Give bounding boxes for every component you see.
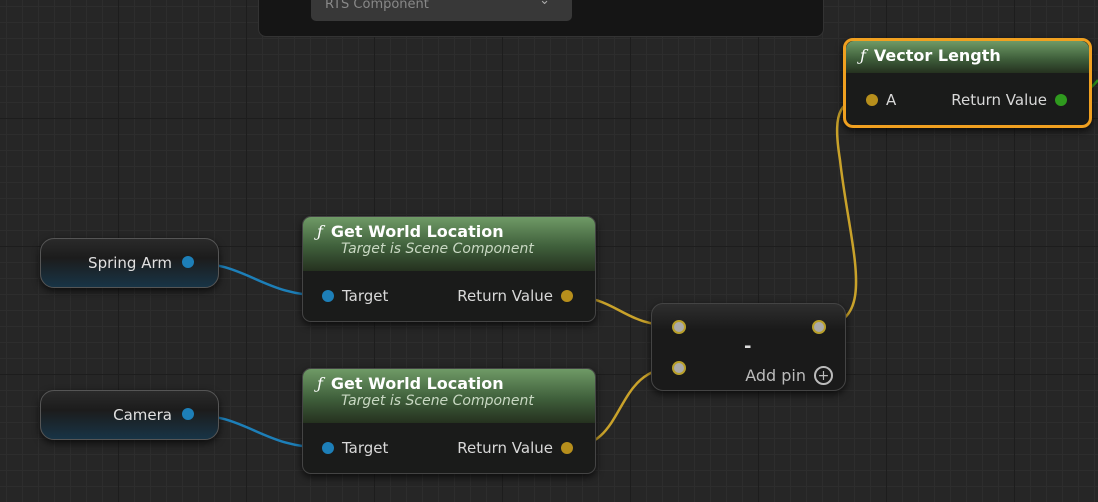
pin-return-value[interactable] — [561, 290, 573, 302]
component-dropdown[interactable]: RTS Component ⌄ — [311, 0, 572, 21]
variable-label: Camera — [113, 406, 172, 424]
pin-input-b[interactable] — [672, 361, 686, 375]
pin-a[interactable] — [866, 94, 878, 106]
pin-label: Return Value — [457, 439, 553, 457]
node-get-world-location-1[interactable]: ƒ Get World Location Target is Scene Compo… — [302, 216, 596, 322]
node-title: Get World Location — [330, 222, 504, 241]
node-vector-length[interactable]: ƒ Vector Length A Return Value — [843, 38, 1092, 128]
dropdown-value: RTS Component — [325, 0, 429, 12]
add-pin-label: Add pin — [745, 366, 806, 385]
node-subtitle: Target is Scene Component — [341, 393, 534, 409]
function-icon: ƒ — [317, 222, 323, 241]
add-pin-button[interactable]: Add pin + — [745, 366, 833, 385]
node-title: Vector Length — [873, 46, 1001, 65]
variable-label: Spring Arm — [88, 254, 172, 272]
pin-label: Target — [342, 439, 389, 457]
pin-label: Return Value — [951, 91, 1047, 109]
plus-circle-icon: + — [814, 366, 833, 385]
pin-target[interactable] — [322, 290, 334, 302]
chevron-down-icon: ⌄ — [539, 0, 550, 8]
operator-label: - — [744, 336, 752, 357]
node-title: Get World Location — [330, 374, 504, 393]
node-subtitle: Target is Scene Component — [341, 241, 534, 257]
node-camera[interactable]: Camera — [40, 390, 219, 440]
function-icon: ƒ — [860, 46, 866, 65]
pin-label: Target — [342, 287, 389, 305]
details-panel: RTS Component ⌄ — [258, 0, 824, 37]
function-icon: ƒ — [317, 374, 323, 393]
pin-output[interactable] — [812, 320, 826, 334]
node-get-world-location-2[interactable]: ƒ Get World Location Target is Scene Compo… — [302, 368, 596, 474]
pin-label: A — [886, 91, 897, 109]
node-subtract[interactable]: - Add pin + — [651, 303, 846, 391]
node-spring-arm[interactable]: Spring Arm — [40, 238, 219, 288]
pin-spring-arm[interactable] — [182, 256, 194, 268]
pin-camera[interactable] — [182, 408, 194, 420]
pin-label: Return Value — [457, 287, 553, 305]
pin-input-a[interactable] — [672, 320, 686, 334]
pin-return-value[interactable] — [1055, 94, 1067, 106]
pin-target[interactable] — [322, 442, 334, 454]
wire-subtract-vectorlength — [817, 96, 873, 328]
pin-return-value[interactable] — [561, 442, 573, 454]
